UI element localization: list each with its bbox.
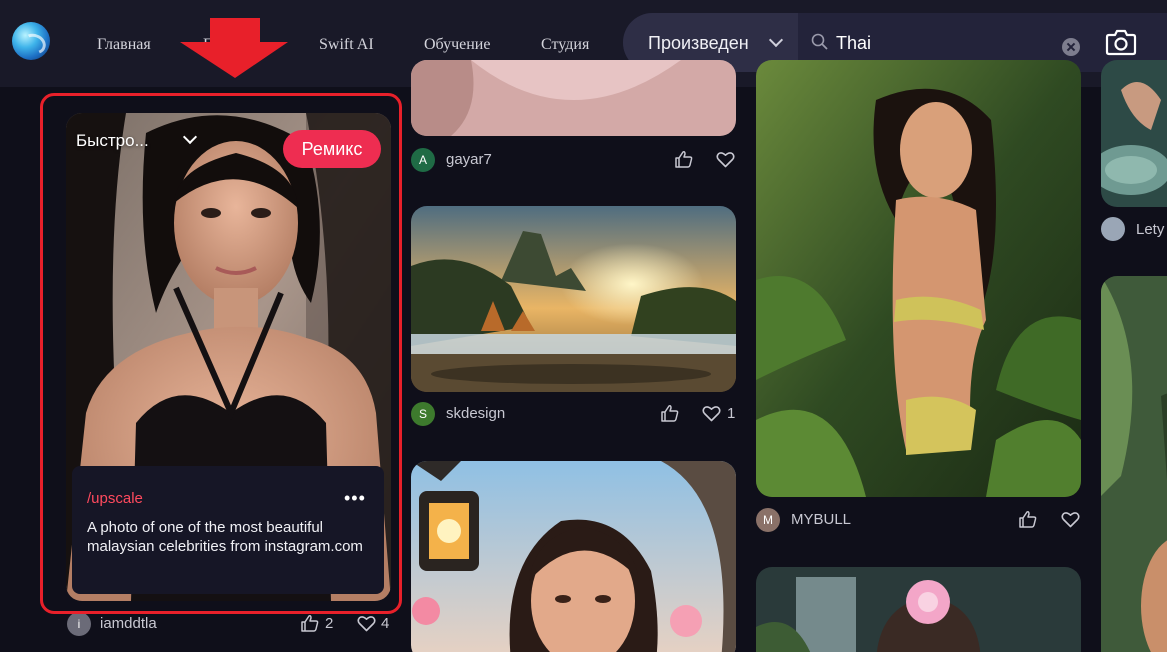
image-card[interactable] xyxy=(1101,60,1167,207)
search-type-label: Произведен xyxy=(648,33,749,53)
feed-image xyxy=(756,567,1081,652)
nav-swift-ai[interactable]: Swift AI xyxy=(319,36,374,54)
search-input[interactable] xyxy=(836,31,1056,55)
image-card[interactable] xyxy=(411,60,736,136)
arrow-down-icon xyxy=(180,18,288,78)
app: Главная Паблб Swift AI Обучение Студия П… xyxy=(0,0,1167,652)
thumbs-up-icon[interactable] xyxy=(1018,510,1038,528)
heart-icon[interactable] xyxy=(702,405,721,422)
author-name[interactable]: MYBULL xyxy=(791,511,851,528)
annotation-highlight xyxy=(40,93,402,614)
heart-icon[interactable] xyxy=(1061,511,1080,528)
image-card[interactable] xyxy=(411,206,736,392)
avatar[interactable]: i xyxy=(67,612,91,636)
thumbs-up-icon[interactable] xyxy=(660,404,680,422)
feed-image xyxy=(411,461,736,652)
clear-icon[interactable] xyxy=(1062,38,1080,56)
author-name[interactable]: iamddtla xyxy=(100,615,157,632)
heart-count: 1 xyxy=(727,405,736,422)
avatar[interactable]: S xyxy=(411,402,435,426)
author-name[interactable]: skdesign xyxy=(446,405,505,422)
like-count: 2 xyxy=(325,615,334,632)
heart-icon[interactable] xyxy=(716,151,735,168)
thumbs-up-icon[interactable] xyxy=(300,614,320,632)
feed-image xyxy=(756,60,1081,497)
feed-image xyxy=(411,60,736,136)
search-icon xyxy=(811,33,828,50)
nav-studio[interactable]: Студия xyxy=(541,36,589,54)
heart-icon[interactable] xyxy=(357,615,376,632)
avatar[interactable] xyxy=(1101,217,1125,241)
feed-image xyxy=(1101,276,1167,652)
logo-icon[interactable] xyxy=(12,22,50,60)
image-card[interactable] xyxy=(756,567,1081,652)
avatar[interactable]: A xyxy=(411,148,435,172)
feed-image xyxy=(411,206,736,392)
heart-count: 4 xyxy=(381,615,390,632)
feed-image xyxy=(1101,60,1167,207)
thumbs-up-icon[interactable] xyxy=(674,150,694,168)
image-card[interactable] xyxy=(756,60,1081,497)
image-card[interactable] xyxy=(1101,276,1167,652)
camera-icon[interactable] xyxy=(1105,28,1137,56)
avatar[interactable]: M xyxy=(756,508,780,532)
author-name[interactable]: Lety xyxy=(1136,221,1164,238)
nav-learn[interactable]: Обучение xyxy=(424,36,490,54)
image-card[interactable] xyxy=(411,461,736,652)
author-name[interactable]: gayar7 xyxy=(446,151,492,168)
chevron-down-icon xyxy=(768,32,784,48)
nav-home[interactable]: Главная xyxy=(97,36,151,54)
